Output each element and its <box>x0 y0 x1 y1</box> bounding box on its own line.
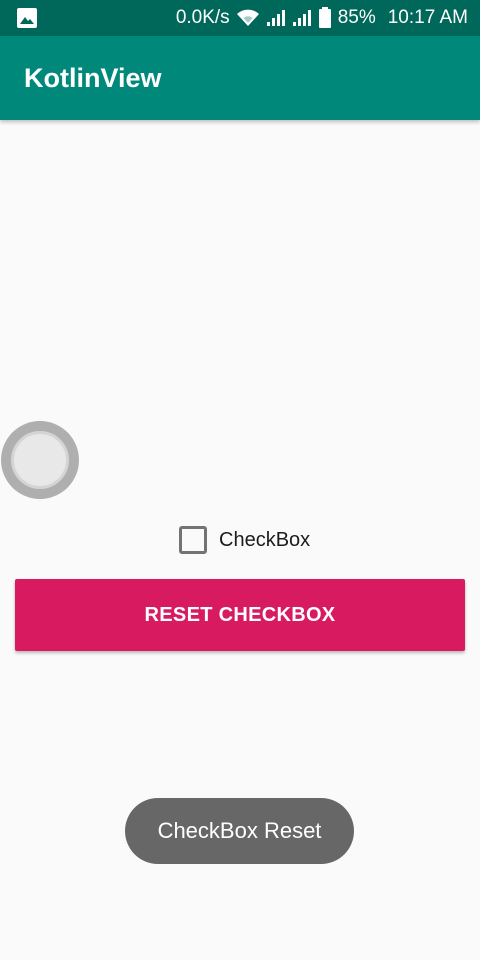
image-icon <box>16 7 38 29</box>
checkbox-label: CheckBox <box>219 528 311 551</box>
status-indicators: 0.0K/s 85% 10:17 AM <box>176 0 468 36</box>
checkbox[interactable]: CheckBox <box>179 524 310 556</box>
reset-checkbox-button[interactable]: RESET CHECKBOX <box>15 579 465 651</box>
touch-indicator <box>1 421 79 499</box>
checkbox-box[interactable] <box>179 526 207 554</box>
toast-message: CheckBox Reset <box>125 798 354 864</box>
status-bar: 0.0K/s 85% 10:17 AM <box>0 0 480 36</box>
wifi-icon <box>236 8 260 28</box>
app-title: KotlinView <box>24 63 162 93</box>
signal-icon <box>292 9 312 27</box>
battery-icon <box>318 7 332 29</box>
battery-percent: 85% <box>337 7 376 28</box>
network-speed: 0.0K/s <box>175 7 230 28</box>
app-bar: KotlinView <box>0 36 480 120</box>
touch-indicator-inner <box>11 431 69 489</box>
status-time: 10:17 AM <box>387 7 468 28</box>
signal-icon <box>266 9 286 27</box>
app-screen: 0.0K/s 85% 10:17 AM KotlinView CheckBox … <box>0 0 480 960</box>
